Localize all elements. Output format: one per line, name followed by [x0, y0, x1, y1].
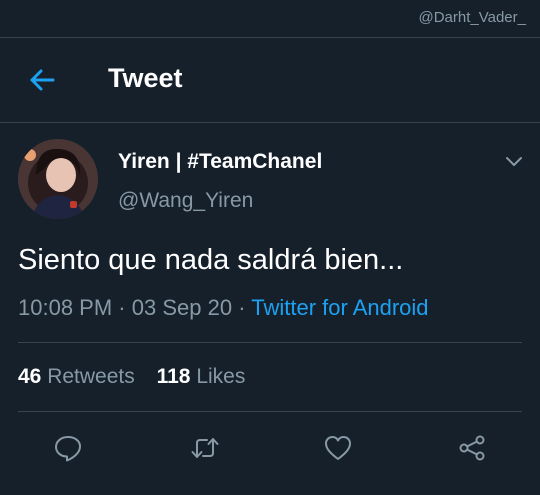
- likes-stat[interactable]: 118 Likes: [157, 365, 246, 388]
- tweet-stats: 46 Retweets 118 Likes: [18, 365, 261, 389]
- likes-label: Likes: [196, 365, 246, 388]
- share-icon: [459, 435, 485, 461]
- display-name[interactable]: Yiren | #TeamChanel: [118, 150, 322, 174]
- chevron-down-icon: [506, 157, 522, 166]
- arrow-left-icon: [30, 69, 55, 91]
- divider: [18, 411, 522, 412]
- reply-button[interactable]: [53, 433, 83, 463]
- avatar-image: [18, 139, 98, 219]
- tweet-time: 10:08 PM: [18, 295, 113, 320]
- meta-separator: ·: [118, 295, 132, 320]
- page-title: Tweet: [108, 63, 183, 93]
- reply-icon: [55, 436, 81, 462]
- retweets-label: Retweets: [47, 365, 135, 388]
- watermark-handle: @Darht_Vader_: [418, 9, 526, 26]
- back-button[interactable]: [27, 65, 57, 95]
- retweet-button[interactable]: [190, 433, 220, 463]
- divider: [18, 342, 522, 343]
- retweets-stat[interactable]: 46 Retweets: [18, 365, 135, 388]
- top-app-bar: Tweet: [0, 37, 540, 123]
- heart-icon: [325, 436, 351, 460]
- tweet-date: 03 Sep 20: [131, 295, 233, 320]
- tweet-options-button[interactable]: [502, 150, 526, 174]
- tweet-metadata: 10:08 PM · 03 Sep 20 · Twitter for Andro…: [18, 295, 429, 321]
- like-button[interactable]: [323, 433, 353, 463]
- likes-count: 118: [156, 365, 191, 388]
- meta-separator: ·: [238, 295, 252, 320]
- tweet-source-link[interactable]: Twitter for Android: [251, 295, 428, 320]
- avatar[interactable]: [18, 139, 98, 219]
- retweets-count: 46: [18, 365, 42, 388]
- share-button[interactable]: [457, 433, 487, 463]
- tweet-text: Siento que nada saldrá bien...: [18, 244, 404, 276]
- user-handle[interactable]: @Wang_Yiren: [118, 189, 253, 213]
- retweet-icon: [191, 438, 219, 458]
